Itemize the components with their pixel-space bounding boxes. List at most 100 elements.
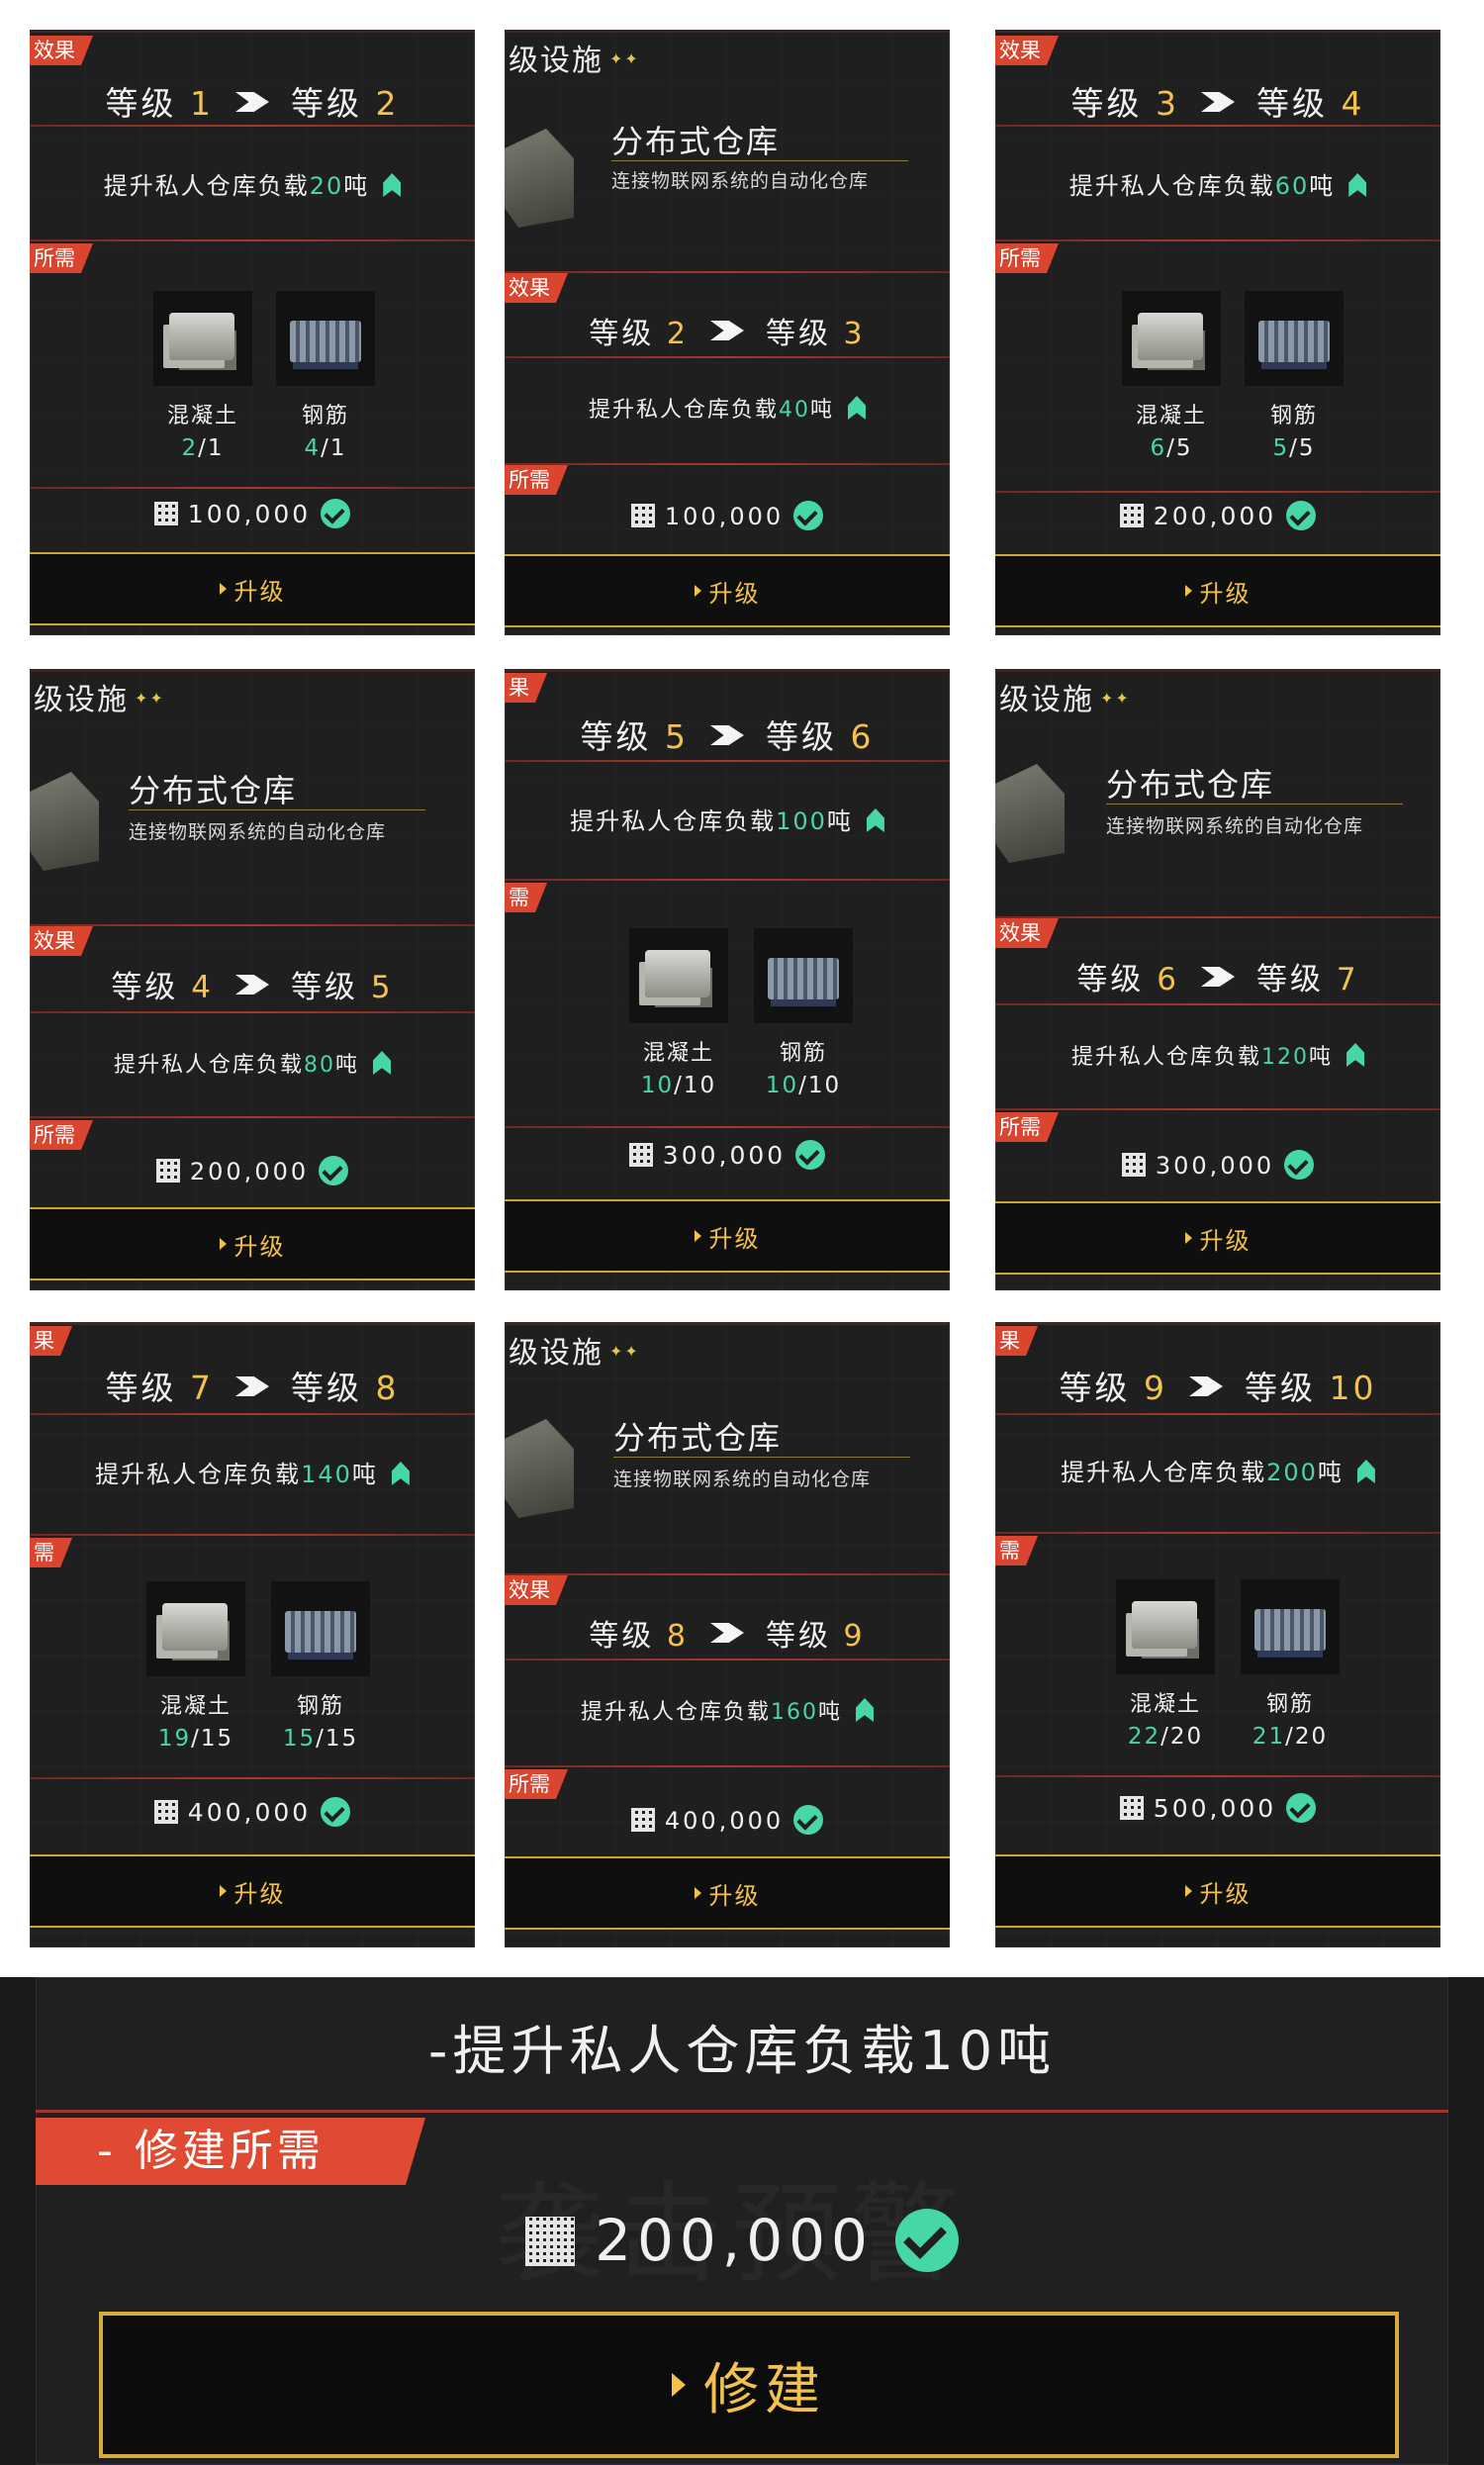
capacity-bonus: 提升私人仓库负载20吨	[30, 166, 475, 201]
rank-up-icon	[866, 808, 884, 832]
required-count: 20	[1169, 1724, 1204, 1750]
material-name: 混凝土	[1129, 1692, 1201, 1717]
upgrade-button[interactable]: 升级	[995, 1203, 1440, 1273]
play-icon	[672, 2373, 686, 2397]
upgrade-button[interactable]: 升级	[995, 1856, 1440, 1926]
effect-tag: 果	[30, 1326, 72, 1356]
build-button[interactable]: 修建	[99, 2312, 1399, 2458]
cost-display: 100,000	[505, 501, 950, 530]
check-icon	[793, 501, 824, 530]
rebar-icon	[276, 291, 375, 386]
rank-up-icon	[373, 1051, 392, 1075]
divider	[30, 1413, 475, 1415]
rank-up-icon	[856, 1698, 875, 1722]
capacity-bonus: 提升私人仓库负载100吨	[505, 802, 950, 836]
card-top-rule	[995, 1322, 1440, 1325]
rank-up-icon	[1348, 173, 1367, 197]
facility-name: 分布式仓库	[1106, 766, 1275, 804]
upgrade-button[interactable]: 升级	[505, 1201, 950, 1271]
divider	[505, 356, 950, 358]
facility-name-rule	[1106, 804, 1403, 805]
bonus-unit: 吨	[826, 807, 853, 835]
required-count: 15	[200, 1726, 234, 1752]
bonus-unit: 吨	[1309, 172, 1336, 200]
arrow-right-icon	[710, 321, 744, 340]
cost-display: 100,000	[30, 499, 475, 528]
check-icon	[894, 2209, 959, 2272]
level-transition: 等级 3 等级 4	[995, 77, 1440, 125]
card-top-rule	[30, 669, 475, 672]
requirement-tag: 需	[995, 1536, 1038, 1565]
upgrade-button[interactable]: 升级	[30, 1209, 475, 1279]
rebar-icon	[1241, 1579, 1340, 1674]
facility-name: 分布式仓库	[611, 123, 781, 160]
level-to: 6	[850, 717, 875, 756]
concrete-icon	[153, 291, 252, 386]
divider	[995, 1108, 1440, 1110]
level-from: 1	[190, 84, 214, 123]
divider	[995, 916, 1440, 918]
facility-name-rule	[611, 160, 908, 161]
upgrade-button[interactable]: 升级	[995, 556, 1440, 625]
rebar-icon	[1245, 291, 1344, 386]
upgrade-card-9: 果 等级 9 等级 10 提升私人仓库负载200吨 需 混凝土 22/20 钢筋 …	[995, 1322, 1440, 1947]
owned-count: 21	[1252, 1724, 1286, 1750]
bonus-unit: 吨	[335, 1053, 360, 1078]
cost-value: 200,000	[189, 1158, 310, 1185]
divider	[30, 1116, 475, 1118]
cost-display: 200,000	[30, 1156, 475, 1185]
effect-tag: 效果	[30, 36, 93, 65]
level-transition: 等级 9 等级 10	[995, 1362, 1440, 1409]
upgrade-band: 升级	[995, 554, 1440, 627]
arrow-right-icon	[1201, 967, 1235, 987]
material-count: 22/20	[1127, 1724, 1204, 1750]
requirement-tag: 需	[30, 1538, 72, 1567]
upgrade-band: 升级	[995, 1201, 1440, 1275]
required-count: 10	[683, 1073, 717, 1098]
level-transition: 等级 5 等级 6	[505, 711, 950, 758]
upgrade-card-8: 级设施 ✦✦ 分布式仓库 连接物联网系统的自动化仓库 效果 等级 8 等级 9 提升…	[505, 1322, 950, 1947]
facility-header: 级设施 ✦✦	[999, 675, 1131, 718]
upgrade-card-3: 效果 等级 3 等级 4 提升私人仓库负载60吨 所需 混凝土 6/5 钢筋 5/…	[995, 30, 1440, 635]
level-word-from: 等级	[1076, 962, 1145, 997]
level-word-from: 等级	[1070, 84, 1143, 123]
facility-header-label: 级设施	[509, 1336, 603, 1371]
facility-name: 分布式仓库	[613, 1419, 783, 1457]
owned-count: 10	[765, 1073, 799, 1098]
play-icon	[1184, 585, 1192, 597]
material-rebar: 钢筋 10/10	[754, 928, 853, 1098]
sparkle-icon: ✦✦	[609, 1342, 640, 1361]
divider	[995, 125, 1440, 127]
requirement-tag: 所需	[505, 465, 568, 495]
facility-header-label: 级设施	[509, 44, 603, 78]
level-transition: 等级 7 等级 8	[30, 1362, 475, 1409]
effect-tag: 效果	[505, 1575, 568, 1605]
upgrade-card-7: 果 等级 7 等级 8 提升私人仓库负载140吨 需 混凝土 19/15 钢筋 1…	[30, 1322, 475, 1947]
required-count: 1	[329, 435, 347, 461]
sparkle-icon: ✦✦	[135, 689, 165, 708]
level-word-to: 等级	[1245, 1369, 1316, 1407]
level-word-from: 等级	[105, 84, 177, 123]
level-word-from: 等级	[589, 317, 655, 351]
divider	[30, 1011, 475, 1013]
upgrade-button[interactable]: 升级	[505, 556, 950, 625]
arrow-right-icon	[235, 92, 269, 112]
level-word-from: 等级	[589, 1619, 655, 1654]
bonus-prefix: 提升私人仓库负载	[103, 172, 310, 200]
cost-value: 300,000	[1155, 1152, 1275, 1180]
arrow-right-icon	[1201, 92, 1235, 112]
card-top-rule	[505, 669, 950, 672]
bonus-prefix: 提升私人仓库负载	[580, 1700, 771, 1725]
material-concrete: 混凝土 6/5	[1122, 291, 1221, 461]
level-word-from: 等级	[111, 970, 179, 1005]
check-icon	[793, 1805, 824, 1835]
level-word-to: 等级	[1256, 962, 1324, 997]
bonus-value: 100	[776, 807, 827, 835]
upgrade-label: 升级	[1199, 579, 1252, 608]
upgrade-button[interactable]: 升级	[30, 554, 475, 623]
upgrade-button[interactable]: 升级	[505, 1858, 950, 1928]
upgrade-button[interactable]: 升级	[30, 1856, 475, 1926]
coin-icon	[155, 1159, 180, 1183]
facility-name: 分布式仓库	[129, 772, 298, 809]
level-word-to: 等级	[766, 1619, 831, 1654]
